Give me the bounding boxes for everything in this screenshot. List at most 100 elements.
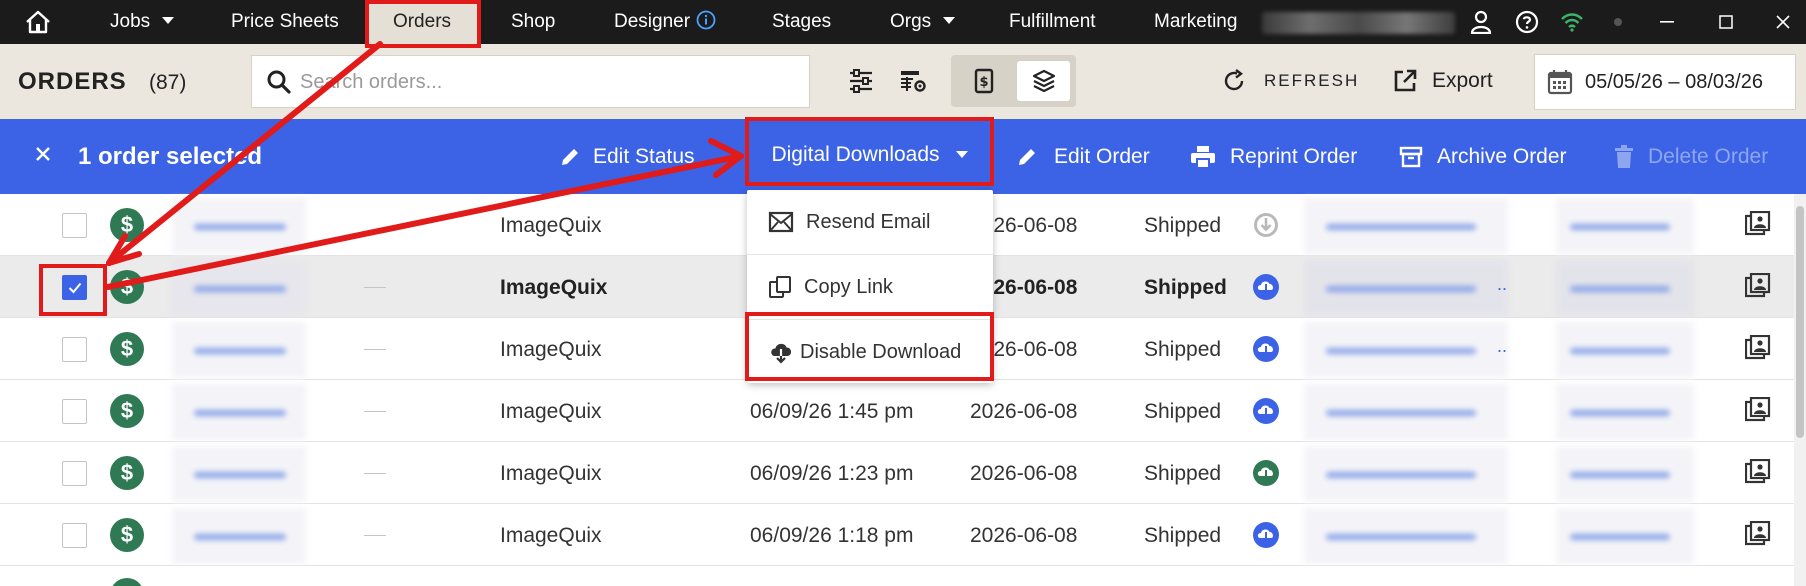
clear-selection-icon[interactable] (34, 145, 52, 163)
pencil-icon (1016, 146, 1038, 168)
wifi-icon (1558, 0, 1586, 44)
cloud-download-icon[interactable] (1252, 273, 1280, 301)
refresh-button[interactable]: REFRESH (1222, 58, 1359, 104)
nav-orgs[interactable]: Orgs (890, 0, 956, 44)
search-icon (266, 69, 292, 95)
photo-gallery-icon[interactable] (1745, 211, 1771, 237)
pencil-icon (559, 146, 581, 168)
cloud-download-icon[interactable] (1252, 459, 1280, 487)
blurred-order-number (172, 446, 306, 502)
table-row[interactable]: $ ImageQuix 06/09/26 1:45 pm 2026-06-08 … (0, 380, 1794, 442)
table-row[interactable]: $ ImageQuix 06/09/26 1:23 pm 2026-06-08 … (0, 442, 1794, 504)
ship-date-cell: 2026-06-08 (970, 462, 1078, 485)
photo-gallery-icon[interactable] (1745, 397, 1771, 423)
archive-order-button[interactable]: Archive Order (1399, 119, 1567, 194)
reprint-order-button[interactable]: Reprint Order (1190, 119, 1357, 194)
view-toggle-group: $ (951, 55, 1076, 107)
row-checkbox[interactable] (62, 399, 87, 424)
nav-fulfillment[interactable]: Fulfillment (1009, 0, 1096, 44)
nav-price-sheets[interactable]: Price Sheets (231, 0, 339, 44)
cloud-download-icon[interactable] (1252, 397, 1280, 425)
table-row[interactable]: $ ImageQuix 06/09/26 1:18 pm 2026-06-08 … (0, 504, 1794, 566)
minimize-icon[interactable] (1655, 0, 1679, 44)
chevron-down-icon (943, 17, 956, 24)
empty-dash (364, 535, 386, 536)
paid-dollar-icon: $ (110, 270, 144, 304)
row-checkbox[interactable] (62, 461, 87, 486)
date-range-picker[interactable]: 05/05/26 – 08/03/26 (1534, 54, 1796, 110)
refresh-label: REFRESH (1264, 71, 1360, 90)
status-cell: Shipped (1144, 214, 1222, 237)
status-cell: Shipped (1144, 338, 1222, 361)
menu-item-label: Resend Email (806, 210, 931, 233)
photo-gallery-icon[interactable] (1745, 335, 1771, 361)
photo-gallery-icon[interactable] (1745, 521, 1771, 547)
maximize-icon[interactable] (1714, 0, 1738, 44)
cloud-download-icon[interactable] (1252, 521, 1280, 549)
menu-item-resend-email[interactable]: Resend Email (747, 190, 993, 254)
nav-shop[interactable]: Shop (511, 0, 555, 44)
nav-designer-label: Designer (614, 11, 691, 32)
photo-gallery-icon[interactable] (1745, 459, 1771, 485)
table-settings-icon[interactable] (890, 58, 936, 104)
nav-marketing[interactable]: Marketing (1154, 0, 1237, 44)
paid-dollar-icon: $ (110, 394, 144, 428)
edit-status-label: Edit Status (593, 144, 695, 168)
blurred-org (1556, 508, 1694, 564)
close-icon[interactable] (1771, 0, 1795, 44)
blurred-customer (1304, 508, 1508, 564)
status-cell: Shipped (1144, 276, 1227, 299)
status-cell: Shipped (1144, 524, 1222, 547)
status-cell: Shipped (1144, 462, 1222, 485)
photo-gallery-icon[interactable] (1745, 273, 1771, 299)
blurred-order-number (172, 198, 306, 254)
blurred-org (1556, 446, 1694, 502)
reprint-order-label: Reprint Order (1230, 144, 1358, 168)
help-icon[interactable] (1514, 0, 1540, 44)
source-cell: ImageQuix (500, 400, 602, 423)
nav-designer[interactable]: Designer (614, 0, 716, 44)
blurred-customer (1304, 198, 1508, 254)
blurred-account-name (1262, 12, 1455, 34)
archive-icon (1399, 146, 1423, 168)
search-box (251, 55, 810, 108)
menu-item-label: Copy Link (804, 275, 893, 298)
copy-icon (768, 275, 792, 299)
selected-count-text: 1 order selected (78, 143, 263, 170)
row-checkbox[interactable] (62, 523, 87, 548)
cloud-download-icon[interactable] (1252, 211, 1280, 239)
view-paid-orders-toggle[interactable]: $ (957, 61, 1010, 101)
edit-status-button[interactable]: Edit Status (559, 119, 695, 194)
table-row-partial[interactable] (0, 566, 1794, 586)
blurred-customer (1304, 446, 1508, 502)
home-icon[interactable] (24, 9, 52, 35)
menu-item-copy-link[interactable]: Copy Link (747, 255, 993, 319)
edit-order-button[interactable]: Edit Order (1016, 119, 1150, 194)
cloud-download-icon[interactable] (1252, 335, 1280, 363)
ship-date-cell: 2026-06-08 (970, 400, 1078, 423)
svg-text:$: $ (979, 75, 988, 90)
email-icon (768, 211, 794, 233)
view-products-toggle[interactable] (1017, 61, 1070, 101)
ship-date-cell: 2026-06-08 (970, 524, 1078, 547)
source-cell: ImageQuix (500, 524, 602, 547)
export-label: Export (1432, 69, 1493, 92)
paid-dollar-icon: $ (110, 208, 144, 242)
paid-dollar-icon: $ (110, 518, 144, 552)
source-cell: ImageQuix (500, 276, 608, 299)
empty-dash (364, 349, 386, 350)
nav-stages[interactable]: Stages (772, 0, 831, 44)
scrollbar-thumb[interactable] (1796, 206, 1804, 438)
page-title: ORDERS (18, 68, 127, 95)
blurred-customer (1304, 322, 1508, 378)
row-checkbox[interactable] (62, 213, 87, 238)
export-button[interactable]: Export (1392, 58, 1493, 104)
user-icon[interactable] (1468, 0, 1494, 44)
delete-order-button[interactable]: Delete Order (1614, 119, 1768, 194)
row-checkbox[interactable] (62, 337, 87, 362)
filter-sliders-icon[interactable] (838, 58, 884, 104)
source-cell: ImageQuix (500, 214, 602, 237)
nav-jobs[interactable]: Jobs (110, 0, 175, 44)
annotation-box-checkbox (39, 264, 107, 316)
search-input[interactable] (300, 68, 790, 96)
